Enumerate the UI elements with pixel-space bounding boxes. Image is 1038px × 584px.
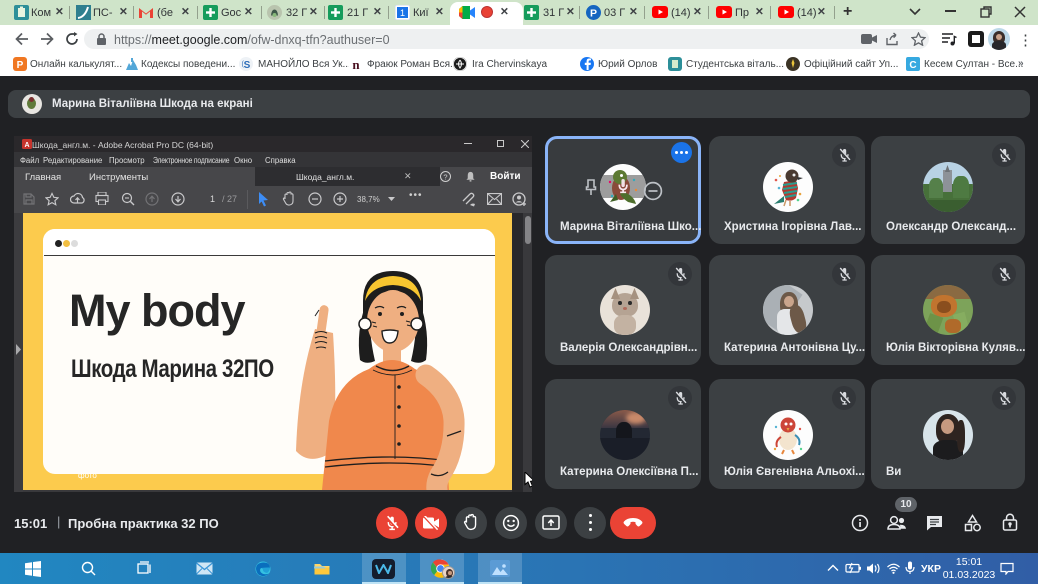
svg-text:n: n [352, 57, 360, 71]
svg-text:1: 1 [400, 8, 405, 18]
svg-text:C: C [909, 60, 916, 71]
svg-text:A: A [24, 142, 29, 149]
svg-text:P: P [590, 8, 597, 20]
svg-text:?: ? [443, 172, 447, 181]
svg-text:S: S [244, 60, 251, 71]
svg-text:P: P [17, 60, 24, 71]
